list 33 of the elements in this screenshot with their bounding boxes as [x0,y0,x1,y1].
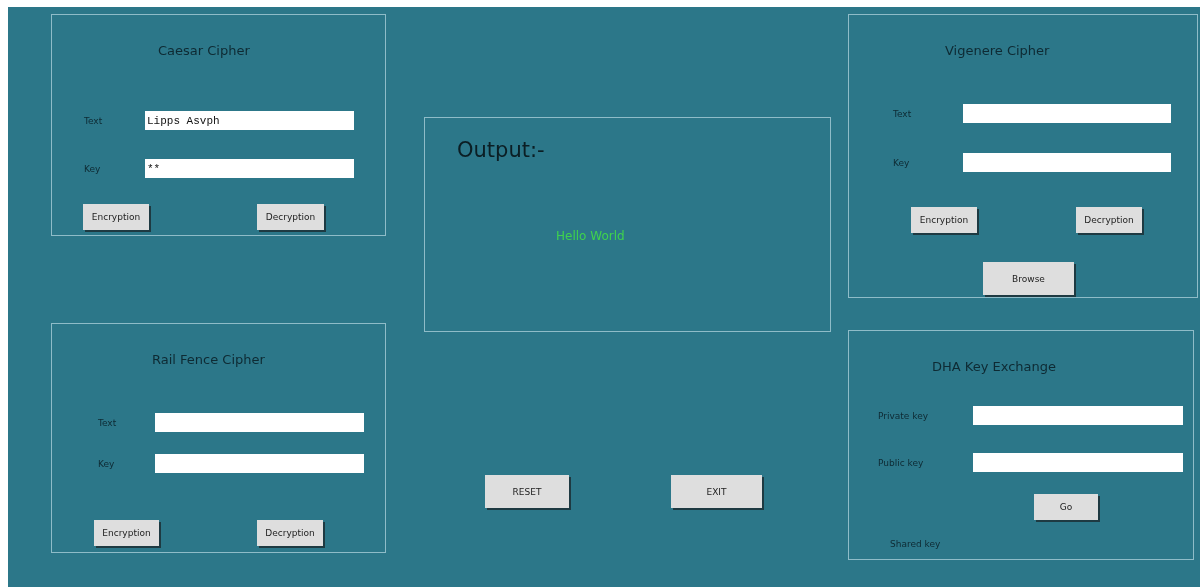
action-button[interactable]: Encryption [94,520,159,546]
input-field[interactable] [963,153,1171,172]
output-heading: Output:- [457,138,545,162]
input-field[interactable]: ** [145,159,354,178]
field-label: Text [84,115,104,126]
panel-title: Rail Fence Cipher [152,352,265,367]
action-button[interactable]: Decryption [257,520,323,546]
action-button[interactable]: Decryption [257,204,324,230]
field-label: Text [98,417,118,428]
output-text: Hello World [556,229,625,243]
field-label: Shared key [890,539,941,549]
panel-title: Caesar Cipher [158,43,250,58]
action-button[interactable]: Decryption [1076,207,1142,233]
action-button[interactable]: Encryption [83,204,149,230]
input-field[interactable] [155,454,364,473]
input-field[interactable] [963,104,1171,123]
panel-title: Vigenere Cipher [945,43,1050,58]
browse-button[interactable]: Browse [983,262,1074,295]
action-button[interactable]: Go [1034,494,1098,520]
action-button[interactable]: EXIT [671,475,762,508]
input-field[interactable] [973,453,1183,472]
field-label: Key [84,163,102,174]
input-field[interactable] [973,406,1183,425]
action-button[interactable]: Encryption [911,207,977,233]
action-button[interactable]: RESET [485,475,569,508]
field-label: Private key [878,410,929,421]
panel-title: DHA Key Exchange [932,359,1057,374]
field-label: Key [98,458,116,469]
input-field[interactable] [155,413,364,432]
field-label: Public key [878,457,925,468]
field-label: Text [893,108,913,119]
input-field[interactable]: Lipps Asvph [145,111,354,130]
field-label: Key [893,157,911,168]
